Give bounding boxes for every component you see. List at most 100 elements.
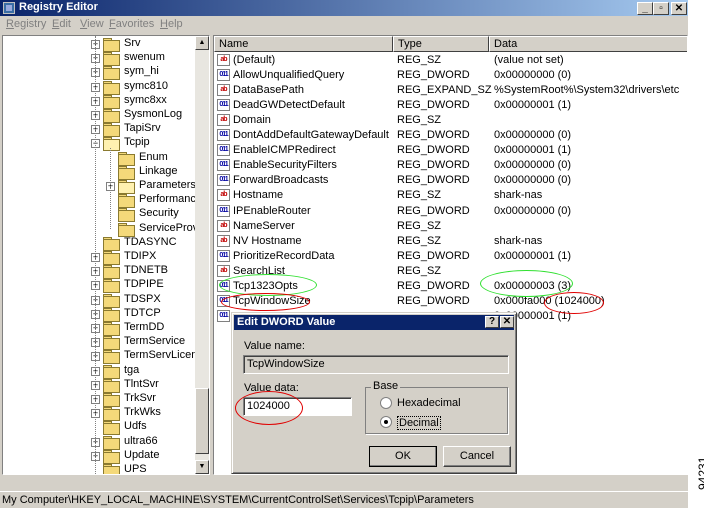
folder-icon (103, 94, 120, 109)
tree-node-label: TrkWks (124, 406, 161, 419)
dialog-close-button[interactable]: ✕ (500, 316, 514, 328)
scroll-up-icon[interactable]: ▲ (195, 36, 209, 50)
tree-node[interactable]: + symc8xx (91, 94, 193, 109)
tree-node[interactable]: TDASYNC (91, 236, 193, 251)
value-type: REG_SZ (397, 54, 442, 66)
help-button[interactable]: ? (485, 316, 499, 328)
tree-node[interactable]: + ultra66 (91, 435, 193, 450)
tree-node[interactable]: + sym_hi (91, 65, 193, 81)
tree-node[interactable]: + TermServLicensi (91, 349, 205, 365)
tree-node-label: TDIPX (124, 250, 157, 262)
value-data: 0x00000000 (0) (494, 69, 572, 82)
tree-node[interactable]: + Parameters (106, 179, 196, 194)
binary-value-icon: 011 (217, 144, 230, 157)
tree-node[interactable]: Udfs (91, 420, 193, 436)
menu-edit[interactable]: Edit (52, 18, 71, 30)
ok-button[interactable]: OK (369, 446, 437, 467)
tree-node[interactable]: − Tcpip (91, 136, 193, 152)
folder-icon (103, 123, 120, 138)
open-folder-icon (118, 180, 135, 194)
value-row[interactable]: ab (Default) REG_SZ (value not set) (214, 53, 687, 68)
value-data: 0x00000000 (0) (494, 129, 572, 142)
tree-node[interactable]: ServiceProvi (106, 222, 201, 237)
menu-help[interactable]: Help (160, 18, 183, 30)
value-row[interactable]: ab DataBasePath REG_EXPAND_SZ %SystemRoot%\… (214, 83, 687, 98)
value-row[interactable]: ab NameServer REG_SZ (214, 219, 687, 234)
folder-icon (103, 236, 120, 251)
folder-icon (103, 109, 120, 123)
maximize-button[interactable]: ▫ (653, 2, 669, 15)
value-row[interactable]: ab Domain REG_SZ (214, 113, 687, 128)
folder-icon (103, 38, 120, 52)
value-data-input[interactable]: 1024000 (243, 397, 352, 416)
tree-node[interactable]: + swenum (91, 51, 193, 67)
menu-view[interactable]: View (80, 18, 104, 30)
tree-scrollbar[interactable]: ▲ ▼ (195, 36, 209, 474)
tree-node[interactable]: + TlntSvr (91, 378, 193, 393)
tree-node[interactable]: Performance (106, 193, 202, 209)
scroll-thumb[interactable] (195, 388, 209, 454)
binary-value-icon: 011 (217, 69, 230, 82)
title-bar[interactable]: Registry Editor _ ▫ ✕ (0, 0, 688, 16)
tree-node[interactable]: Security (106, 207, 193, 223)
menu-registry[interactable]: Registry (6, 18, 46, 30)
tree-node[interactable]: + TDSPX (91, 293, 193, 308)
column-header-type[interactable]: Type (393, 36, 489, 52)
tree-node[interactable]: UPS (91, 463, 193, 475)
tree-node[interactable]: + TDIPX (91, 250, 193, 265)
tree-node[interactable]: + symc810 (91, 80, 193, 95)
value-name: PrioritizeRecordData (233, 249, 335, 262)
cancel-button[interactable]: Cancel (443, 446, 511, 467)
menu-favorites[interactable]: Favorites (109, 18, 154, 30)
value-row[interactable]: 011 TcpWindowSize REG_DWORD 0x000fa000 (102… (214, 294, 687, 309)
tree-node[interactable]: + SysmonLog (91, 108, 193, 123)
value-row[interactable]: 011 Tcp1323Opts REG_DWORD 0x00000003 (3) (214, 279, 687, 294)
dialog-title-bar[interactable]: Edit DWORD Value ? ✕ (234, 315, 514, 330)
value-row[interactable]: 011 ForwardBroadcasts REG_DWORD 0x00000000 … (214, 173, 687, 188)
tree-node[interactable]: + TDPIPE (91, 278, 193, 294)
value-row[interactable]: 011 AllowUnqualifiedQuery REG_DWORD 0x00000… (214, 68, 687, 83)
folder-icon (118, 194, 135, 209)
tree-node[interactable]: + Srv (91, 37, 193, 52)
tree-node[interactable]: + TrkSvr (91, 392, 193, 407)
decimal-radio[interactable] (380, 416, 392, 428)
tree-node[interactable]: + Update (91, 449, 193, 464)
tree-node-label: UPS (124, 463, 147, 475)
folder-icon (103, 52, 120, 67)
tree-node[interactable]: + TDTCP (91, 307, 193, 322)
tree-node[interactable]: + tga (91, 364, 193, 379)
hexadecimal-label[interactable]: Hexadecimal (397, 397, 461, 409)
value-row[interactable]: 011 EnableICMPRedirect REG_DWORD 0x00000001… (214, 143, 687, 158)
decimal-label[interactable]: Decimal (397, 416, 441, 430)
folder-icon (103, 265, 120, 280)
value-row[interactable]: 011 DeadGWDetectDefault REG_DWORD 0x0000000… (214, 98, 687, 113)
value-row[interactable]: 011 IPEnableRouter REG_DWORD 0x00000000 (0) (214, 204, 687, 219)
value-row[interactable]: 011 EnableSecurityFilters REG_DWORD 0x00000… (214, 158, 687, 173)
tree-node[interactable]: Linkage (106, 165, 193, 180)
value-row[interactable]: 011 DontAddDefaultGatewayDefault REG_DWORD… (214, 128, 687, 143)
close-button[interactable]: ✕ (671, 2, 687, 15)
tree-node[interactable]: + TrkWks (91, 406, 193, 422)
value-row[interactable]: ab SearchList REG_SZ (214, 264, 687, 279)
column-header-data[interactable]: Data (489, 36, 687, 52)
value-type: REG_DWORD (397, 99, 470, 112)
column-header-name[interactable]: Name (214, 36, 393, 52)
tree-node[interactable]: + TermDD (91, 321, 193, 336)
scroll-down-icon[interactable]: ▼ (195, 460, 209, 474)
value-row[interactable]: ab Hostname REG_SZ shark-nas (214, 188, 687, 203)
tree-node[interactable]: + TermService (91, 335, 193, 351)
value-row[interactable]: 011 PrioritizeRecordData REG_DWORD 0x000000… (214, 249, 687, 264)
folder-icon (118, 151, 135, 166)
hexadecimal-radio[interactable] (380, 397, 392, 409)
value-name: (Default) (233, 54, 276, 66)
value-name: EnableICMPRedirect (233, 144, 336, 157)
key-tree-pane[interactable]: + Srv + swenum + sym_hi + symc810 + symc8xx + Sysmo… (2, 35, 210, 475)
tree-node[interactable]: + TDNETB (91, 264, 193, 280)
value-name-field: TcpWindowSize (243, 355, 509, 374)
value-row[interactable]: ab NV Hostname REG_SZ shark-nas (214, 234, 687, 249)
tree-node-label: SysmonLog (124, 108, 183, 120)
tree-node[interactable]: + TapiSrv (91, 122, 193, 138)
registry-editor-icon (3, 2, 15, 14)
tree-node[interactable]: Enum (106, 151, 193, 166)
minimize-button[interactable]: _ (637, 2, 653, 15)
